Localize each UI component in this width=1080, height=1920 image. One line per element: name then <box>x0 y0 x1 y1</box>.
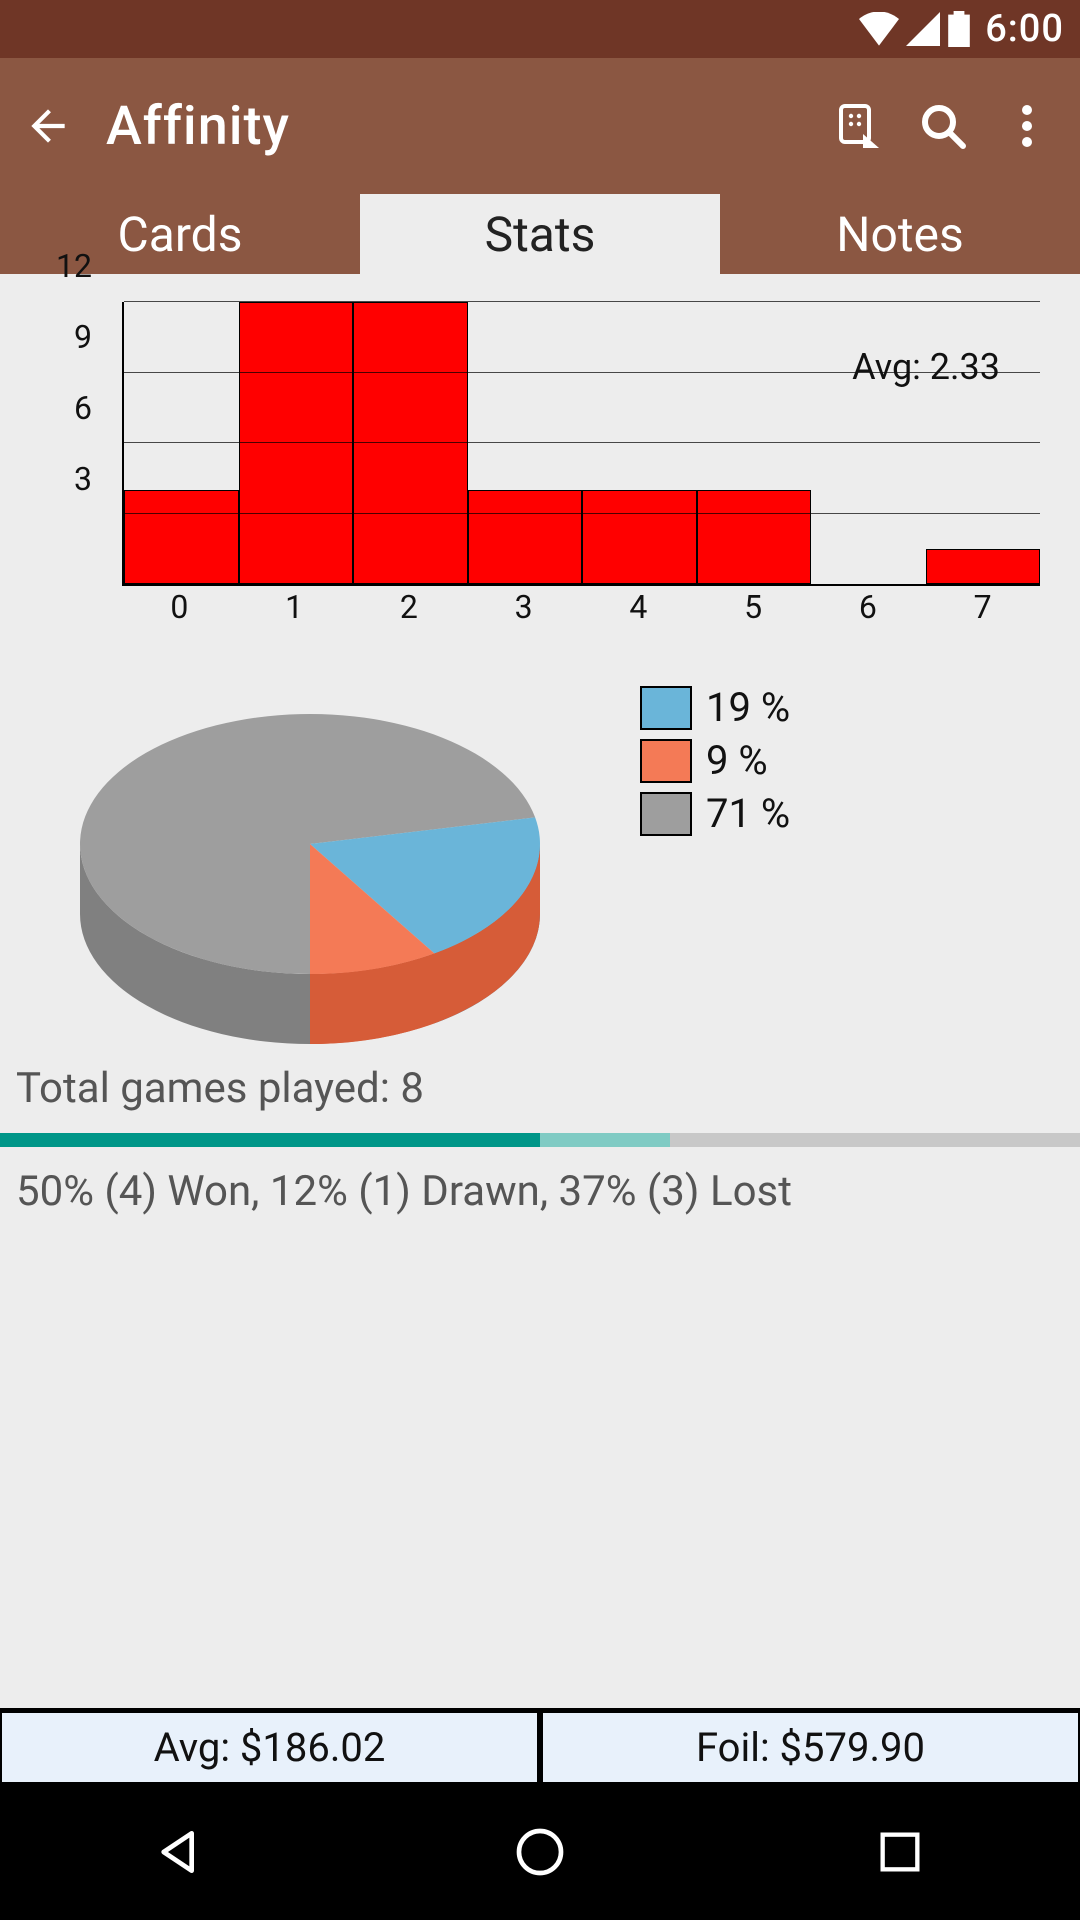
tab-bar: Cards Stats Notes <box>0 194 1080 274</box>
total-games-label: Total games played: 8 <box>0 1044 1080 1133</box>
bar <box>239 302 354 584</box>
x-tick-label: 2 <box>352 588 467 626</box>
progress-won <box>0 1133 540 1147</box>
win-loss-progress <box>0 1133 1080 1147</box>
price-row: Avg: $186.02 Foil: $579.90 <box>0 1708 1080 1784</box>
card-action-icon[interactable] <box>824 91 894 161</box>
cellular-icon <box>905 12 941 46</box>
legend-row: 71 % <box>640 790 790 837</box>
nav-bar <box>0 1784 1080 1920</box>
legend-row: 9 % <box>640 737 790 784</box>
pie-section: 19 % 9 % 71 % <box>40 684 1040 1044</box>
progress-drawn <box>540 1133 670 1147</box>
bar <box>124 490 239 584</box>
content: 36912 Avg: 2.33 01234567 19 %9 %71 % Tot… <box>0 274 1080 1784</box>
y-tick-label: 3 <box>74 460 92 498</box>
bar <box>926 549 1041 584</box>
mana-curve-chart: 36912 Avg: 2.33 01234567 <box>40 302 1040 616</box>
bar <box>353 302 468 584</box>
avg-price-button[interactable]: Avg: $186.02 <box>0 1711 539 1784</box>
foil-price-button[interactable]: Foil: $579.90 <box>539 1711 1080 1784</box>
progress-lost <box>670 1133 1080 1147</box>
legend-label: 9 % <box>706 737 768 784</box>
search-icon[interactable] <box>908 91 978 161</box>
nav-recent-icon[interactable] <box>855 1807 945 1897</box>
status-time: 6:00 <box>985 7 1064 51</box>
legend-label: 19 % <box>706 684 790 731</box>
legend-swatch <box>640 792 692 836</box>
record-label: 50% (4) Won, 12% (1) Drawn, 37% (3) Lost <box>0 1147 1080 1236</box>
x-tick-label: 0 <box>122 588 237 626</box>
battery-icon <box>947 11 971 47</box>
x-tick-label: 7 <box>925 588 1040 626</box>
bar <box>697 490 812 584</box>
bar <box>582 490 697 584</box>
back-button[interactable] <box>18 96 78 156</box>
legend-label: 71 % <box>706 790 790 837</box>
status-bar: 6:00 <box>0 0 1080 58</box>
x-tick-label: 3 <box>466 588 581 626</box>
nav-back-icon[interactable] <box>135 1807 225 1897</box>
pie-legend: 19 % 9 % 71 % <box>640 684 790 843</box>
overflow-menu-icon[interactable] <box>992 91 1062 161</box>
bar <box>468 490 583 584</box>
tab-notes[interactable]: Notes <box>720 194 1080 274</box>
legend-swatch <box>640 686 692 730</box>
y-tick-label: 12 <box>56 247 92 285</box>
nav-home-icon[interactable] <box>495 1807 585 1897</box>
pie-chart <box>40 684 640 1044</box>
y-tick-label: 6 <box>74 389 92 427</box>
app-bar: Affinity <box>0 58 1080 194</box>
x-tick-label: 5 <box>696 588 811 626</box>
x-tick-label: 6 <box>811 588 926 626</box>
wifi-icon <box>859 12 899 46</box>
x-tick-label: 4 <box>581 588 696 626</box>
legend-row: 19 % <box>640 684 790 731</box>
tab-stats[interactable]: Stats <box>360 194 720 274</box>
x-tick-label: 1 <box>237 588 352 626</box>
legend-swatch <box>640 739 692 783</box>
y-tick-label: 9 <box>74 318 92 356</box>
chart-annotation: Avg: 2.33 <box>852 346 1000 388</box>
page-title: Affinity <box>106 95 810 158</box>
tab-cards[interactable]: Cards <box>0 194 360 274</box>
